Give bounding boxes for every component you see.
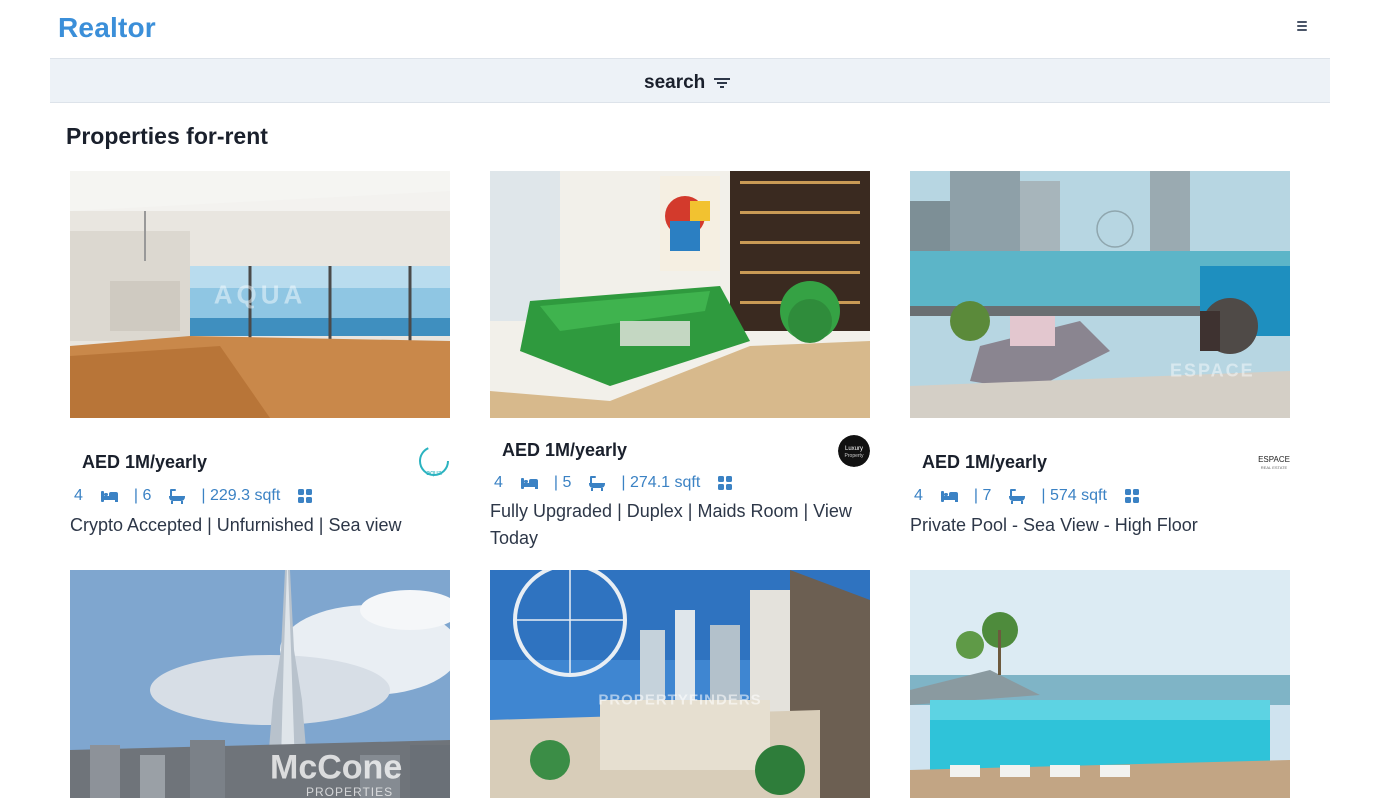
area-size: | 274.1 sqft	[621, 474, 701, 491]
room-count: 4	[494, 474, 503, 491]
svg-text:REAL ESTATE: REAL ESTATE	[1261, 465, 1288, 470]
grid-icon	[298, 489, 313, 503]
bath-icon	[1009, 488, 1026, 504]
photo-watermark: ESPACE	[1170, 360, 1255, 381]
grid-icon	[1124, 489, 1139, 503]
property-photo[interactable]	[910, 570, 1290, 798]
property-card[interactable]: ESPACE AED 1M/yearly ESPACE REAL ESTATE 4…	[910, 171, 1290, 539]
property-photo[interactable]	[490, 171, 870, 418]
filter-icon	[714, 76, 731, 90]
brand-logo[interactable]: Realtor	[58, 12, 156, 44]
bath-count: | 5	[553, 474, 572, 491]
bath-count: | 7	[973, 487, 992, 504]
page-title: Properties for-rent	[66, 123, 268, 149]
area-size: | 229.3 sqft	[201, 487, 281, 504]
listing-price: AED 1M/yearly	[502, 440, 628, 460]
search-toggle[interactable]: search	[50, 58, 1330, 103]
hamburger-menu-icon[interactable]	[1292, 16, 1312, 36]
photo-watermark: PROPERTYFINDERS	[598, 691, 762, 709]
area-size: | 574 sqft	[1041, 487, 1107, 504]
property-photo[interactable]: PROPERTYFINDERS	[490, 570, 870, 798]
listing-title[interactable]: Crypto Accepted | Unfurnished | Sea view	[70, 512, 450, 539]
listing-title[interactable]: Private Pool - Sea View - High Floor	[910, 512, 1290, 539]
property-photo[interactable]: McCone PROPERTIES	[70, 570, 450, 798]
navbar: Realtor	[0, 0, 1383, 58]
svg-text:Luxury: Luxury	[845, 446, 863, 452]
property-card[interactable]: AQUA AED 1M/yearly aqua 4 | 6 | 229.3 sq…	[70, 171, 450, 539]
property-photo[interactable]: AQUA	[70, 171, 450, 418]
property-card[interactable]: PROPERTYFINDERS	[490, 570, 870, 798]
property-card[interactable]	[910, 570, 1290, 798]
room-count: 4	[74, 487, 83, 504]
property-photo-image	[490, 570, 870, 798]
listing-stats: 4 | 6 | 229.3 sqft	[74, 482, 450, 510]
svg-text:aqua: aqua	[426, 470, 442, 477]
room-count: 4	[914, 487, 923, 504]
svg-text:Property: Property	[845, 453, 864, 459]
grid-icon	[718, 476, 733, 490]
search-label: search	[644, 72, 706, 93]
listing-price: AED 1M/yearly	[922, 452, 1048, 472]
bath-icon	[589, 475, 606, 491]
bed-icon	[940, 490, 958, 502]
bed-icon	[100, 490, 118, 502]
property-photo-image	[910, 570, 1290, 798]
photo-watermark: McCone	[270, 748, 403, 787]
photo-watermark-sub: PROPERTIES	[306, 785, 394, 798]
property-photo-image	[490, 171, 870, 418]
bath-count: | 6	[133, 487, 152, 504]
listing-stats: 4 | 7 | 574 sqft	[914, 482, 1290, 510]
property-card[interactable]: McCone PROPERTIES	[70, 570, 450, 798]
bath-icon	[169, 488, 186, 504]
property-card[interactable]: AED 1M/yearly Luxury Property 4 | 5 | 274…	[490, 171, 870, 552]
property-photo[interactable]: ESPACE	[910, 171, 1290, 418]
agency-logo: Luxury Property	[838, 435, 870, 467]
agency-logo: ESPACE REAL ESTATE	[1258, 448, 1290, 480]
svg-text:ESPACE: ESPACE	[1258, 455, 1290, 464]
agency-logo: aqua	[418, 445, 450, 477]
photo-watermark: AQUA	[213, 279, 307, 309]
listing-title[interactable]: Fully Upgraded | Duplex | Maids Room | V…	[490, 498, 870, 552]
listing-price: AED 1M/yearly	[82, 452, 208, 472]
listing-stats: 4 | 5 | 274.1 sqft	[494, 469, 870, 497]
bed-icon	[520, 477, 538, 489]
